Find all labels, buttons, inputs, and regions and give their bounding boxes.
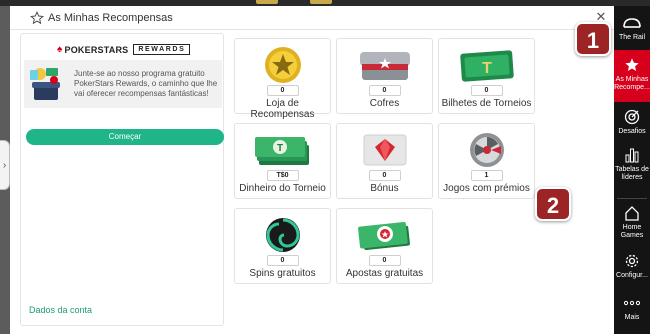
spade-icon: ♠: [57, 44, 63, 55]
account-details-link[interactable]: Dados da conta: [29, 305, 92, 315]
tile-rewards-store[interactable]: 0 Loja de Recompensas: [234, 38, 331, 120]
svg-text:T: T: [276, 143, 282, 154]
window-title: As Minhas Recompensas: [48, 11, 173, 24]
top-tab: [256, 0, 278, 4]
bar-chart-icon: [614, 146, 650, 164]
tile-label: Bónus: [370, 183, 399, 194]
step-badge-1: 1: [575, 22, 611, 56]
sidebar-item-label: Home Games: [620, 224, 644, 239]
tile-label: Jogos com prémios: [443, 183, 530, 194]
promo-banner: Junte-se ao nosso programa gratuito Poke…: [24, 60, 222, 108]
tile-label: Dinheiro do Torneio: [239, 183, 326, 194]
pokerstars-logo: ♠ POKERSTARS: [57, 44, 128, 55]
star-outline-icon: [29, 10, 45, 26]
tile-count: 0: [368, 255, 401, 266]
promo-text: Junte-se ao nosso programa gratuito Poke…: [74, 69, 218, 98]
tile-label: Cofres: [369, 98, 400, 109]
tile-count: 0: [266, 85, 299, 96]
brand-name: POKERSTARS: [64, 44, 129, 55]
spin-swirl-icon: [251, 215, 315, 255]
tile-label: Loja de Recompensas: [250, 98, 315, 120]
tournament-money-icon: T: [251, 130, 315, 170]
tile-count: 0: [368, 170, 401, 181]
sidebar-item-challenges[interactable]: Desafios: [614, 106, 650, 142]
home-icon: [614, 204, 650, 222]
sidebar-item-the-rail[interactable]: The Rail: [614, 10, 650, 50]
title-bar: As Minhas Recompensas ✕: [10, 6, 614, 30]
star-icon: [614, 56, 650, 74]
tile-count: 0: [368, 85, 401, 96]
more-icon: [614, 294, 650, 312]
tile-count: T$0: [266, 170, 299, 181]
rewards-info-panel: ♠ POKERSTARS REWARDS Junte-se ao nosso p…: [20, 33, 224, 326]
sidebar-item-label: As Minhas Recompe...: [614, 76, 650, 91]
tile-label: Apostas gratuitas: [345, 268, 424, 279]
tile-label: Spins gratuitos: [249, 268, 316, 279]
chest-icon: [353, 45, 417, 85]
sidebar-item-label: Desafios: [618, 128, 646, 135]
svg-text:T: T: [482, 60, 492, 77]
sidebar-item-my-rewards[interactable]: As Minhas Recompe...: [614, 50, 650, 102]
gear-icon: [614, 252, 650, 270]
sidebar-item-more[interactable]: Mais: [614, 292, 650, 328]
sidebar-divider: [617, 198, 647, 199]
pokerstars-rewards-logo: ♠ POKERSTARS REWARDS: [57, 44, 191, 55]
sidebar-item-settings[interactable]: Configur...: [614, 250, 650, 286]
tile-prize-games[interactable]: 1 Jogos com prémios: [438, 123, 535, 199]
target-icon: [614, 108, 650, 126]
tile-free-bets[interactable]: 0 Apostas gratuitas: [336, 208, 433, 284]
rewards-badge: REWARDS: [133, 44, 191, 55]
ticket-icon: T: [455, 45, 519, 85]
start-button[interactable]: Começar: [26, 129, 224, 145]
tile-count: 1: [470, 170, 503, 181]
sidebar-item-label: Tabelas de líderes: [615, 166, 649, 181]
sidebar-item-home-games[interactable]: Home Games: [614, 202, 650, 244]
chevron-right-icon: ›: [2, 159, 7, 171]
step-badge-2: 2: [535, 187, 571, 221]
right-sidebar: The Rail As Minhas Recompe... Desafios T…: [614, 6, 650, 334]
sidebar-item-label: Configur...: [616, 272, 648, 279]
tile-count: 0: [470, 85, 503, 96]
diamond-card-icon: [353, 130, 417, 170]
tile-bonus[interactable]: 0 Bónus: [336, 123, 433, 199]
prize-wheel-icon: [455, 130, 519, 170]
collapse-handle[interactable]: ›: [0, 140, 10, 190]
tile-tournament-tickets[interactable]: T 0 Bilhetes de Torneios: [438, 38, 535, 114]
tile-count: 0: [266, 255, 299, 266]
gold-star-coin-icon: [251, 45, 315, 85]
tile-label: Bilhetes de Torneios: [441, 98, 532, 109]
sidebar-item-label: The Rail: [618, 34, 646, 41]
tile-tournament-money[interactable]: T T$0 Dinheiro do Torneio: [234, 123, 331, 199]
top-tab: [310, 0, 332, 4]
rail-icon: [614, 14, 650, 32]
tile-free-spins[interactable]: 0 Spins gratuitos: [234, 208, 331, 284]
rewards-chest-icon: [28, 64, 64, 104]
sidebar-item-label: Mais: [624, 314, 640, 321]
rewards-window: As Minhas Recompensas ✕ ♠ POKERSTARS REW…: [10, 6, 614, 334]
sidebar-item-leaderboards[interactable]: Tabelas de líderes: [614, 144, 650, 194]
free-bet-icon: [353, 215, 417, 255]
tile-chests[interactable]: 0 Cofres: [336, 38, 433, 114]
